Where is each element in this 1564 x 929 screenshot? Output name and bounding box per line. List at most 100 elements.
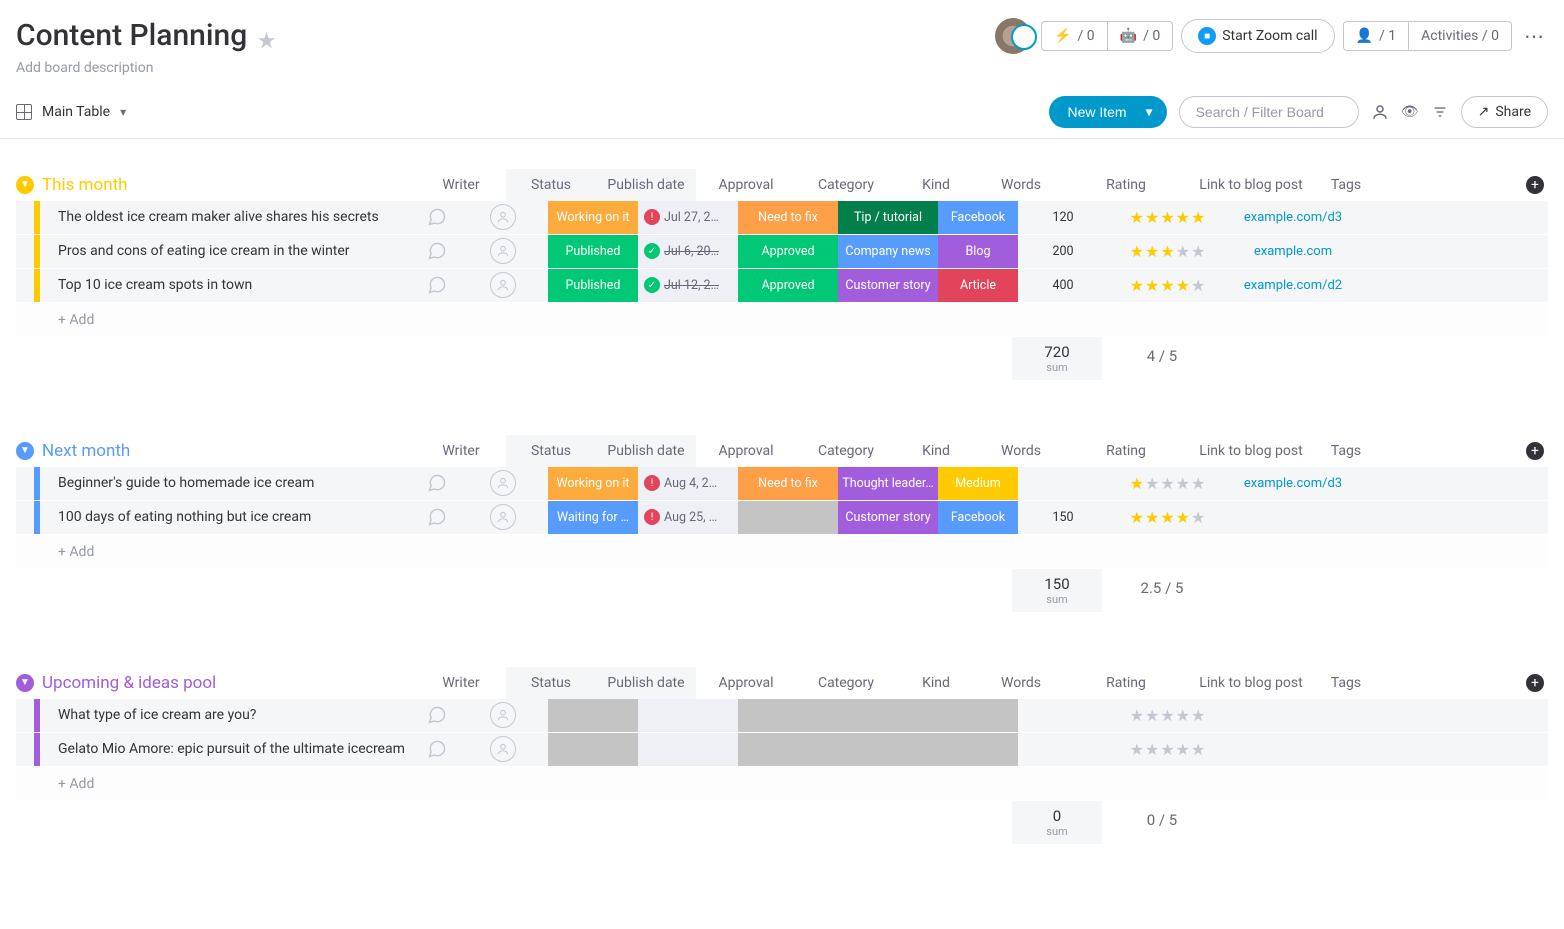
kind-cell[interactable]: Article [938,269,1018,302]
category-cell[interactable] [838,733,938,766]
item-name[interactable]: Top 10 ice cream spots in town [46,269,416,302]
item-name[interactable]: Pros and cons of eating ice cream in the… [46,235,416,268]
category-cell[interactable]: Customer story [838,269,938,302]
words-cell[interactable]: 120 [1018,201,1108,234]
tags-cell[interactable] [1358,699,1418,732]
link-cell[interactable]: example.com [1228,235,1358,268]
approval-cell[interactable]: Approved [738,269,838,302]
column-header-words[interactable]: Words [976,667,1066,699]
column-header-date[interactable]: Publish date [596,435,696,467]
category-cell[interactable]: Thought leader… [838,467,938,500]
writer-cell[interactable] [458,235,548,268]
rating-cell[interactable]: ★★★★★ [1108,235,1228,268]
words-cell[interactable]: 150 [1018,501,1108,534]
category-cell[interactable]: Company news [838,235,938,268]
kind-cell[interactable]: Facebook [938,501,1018,534]
item-name[interactable]: 100 days of eating nothing but ice cream [46,501,416,534]
filter-icon[interactable] [1431,104,1449,120]
approval-cell[interactable] [738,733,838,766]
chat-icon[interactable] [416,501,458,534]
rating-cell[interactable]: ★★★★★ [1108,269,1228,302]
chat-icon[interactable] [416,201,458,234]
status-cell[interactable]: Published [548,235,638,268]
column-header-rating[interactable]: Rating [1066,169,1186,201]
activities-button[interactable]: Activities / 0 [1408,21,1512,51]
search-input[interactable] [1179,96,1359,128]
star-icon[interactable]: ★ [257,29,277,54]
eye-icon[interactable]: 👁 [1401,104,1419,120]
approval-cell[interactable]: Approved [738,235,838,268]
link-cell[interactable]: example.com/d3 [1228,201,1358,234]
item-name[interactable]: What type of ice cream are you? [46,699,416,732]
item-name[interactable]: Gelato Mio Amore: epic pursuit of the ul… [46,733,416,766]
column-header-category[interactable]: Category [796,435,896,467]
board-description[interactable]: Add board description [16,60,276,76]
tags-cell[interactable] [1358,235,1418,268]
more-options-icon[interactable]: ⋯ [1520,18,1548,54]
link-cell[interactable] [1228,501,1358,534]
publish-date-cell[interactable]: !Aug 4, 2… [638,467,738,500]
column-header-link[interactable]: Link to blog post [1186,435,1316,467]
column-header-approval[interactable]: Approval [696,667,796,699]
column-header-date[interactable]: Publish date [596,667,696,699]
words-cell[interactable]: 200 [1018,235,1108,268]
person-filter-icon[interactable] [1371,103,1389,121]
group-title[interactable]: This month [42,175,128,195]
approval-cell[interactable] [738,699,838,732]
tags-cell[interactable] [1358,733,1418,766]
add-column-button[interactable]: + [1526,176,1544,194]
status-cell[interactable]: Published [548,269,638,302]
status-cell[interactable] [548,733,638,766]
start-zoom-button[interactable]: ■ Start Zoom call [1181,19,1334,53]
column-header-status[interactable]: Status [506,667,596,699]
kind-cell[interactable] [938,699,1018,732]
column-header-status[interactable]: Status [506,435,596,467]
column-header-category[interactable]: Category [796,667,896,699]
view-selector[interactable]: Main Table ▾ [16,104,126,120]
column-header-kind[interactable]: Kind [896,667,976,699]
approval-cell[interactable]: Need to fix [738,467,838,500]
words-cell[interactable]: 400 [1018,269,1108,302]
column-header-tags[interactable]: Tags [1316,435,1376,467]
link-cell[interactable]: example.com/d3 [1228,467,1358,500]
group-collapse-icon[interactable]: ▼ [16,674,34,692]
group-title[interactable]: Upcoming & ideas pool [42,673,216,693]
column-header-category[interactable]: Category [796,169,896,201]
chat-icon[interactable] [416,269,458,302]
column-header-writer[interactable]: Writer [416,435,506,467]
tags-cell[interactable] [1358,269,1418,302]
tags-cell[interactable] [1358,467,1418,500]
rating-cell[interactable]: ★★★★★ [1108,501,1228,534]
approval-cell[interactable]: Need to fix [738,201,838,234]
rating-cell[interactable]: ★★★★★ [1108,733,1228,766]
column-header-link[interactable]: Link to blog post [1186,667,1316,699]
approval-cell[interactable] [738,501,838,534]
chat-icon[interactable] [416,699,458,732]
item-name[interactable]: The oldest ice cream maker alive shares … [46,201,416,234]
chat-icon[interactable] [416,467,458,500]
column-header-approval[interactable]: Approval [696,435,796,467]
kind-cell[interactable] [938,733,1018,766]
kind-cell[interactable]: Medium [938,467,1018,500]
words-cell[interactable] [1018,699,1108,732]
column-header-link[interactable]: Link to blog post [1186,169,1316,201]
column-header-tags[interactable]: Tags [1316,169,1376,201]
members-button[interactable]: 👤 / 1 [1343,21,1409,51]
status-cell[interactable]: Working on it [548,201,638,234]
group-collapse-icon[interactable]: ▼ [16,442,34,460]
category-cell[interactable]: Tip / tutorial [838,201,938,234]
column-header-date[interactable]: Publish date [596,169,696,201]
writer-cell[interactable] [458,733,548,766]
group-title[interactable]: Next month [42,441,130,461]
tags-cell[interactable] [1358,201,1418,234]
category-cell[interactable]: Customer story [838,501,938,534]
link-cell[interactable] [1228,699,1358,732]
add-column-button[interactable]: + [1526,674,1544,692]
writer-cell[interactable] [458,501,548,534]
column-header-kind[interactable]: Kind [896,435,976,467]
column-header-words[interactable]: Words [976,169,1066,201]
writer-cell[interactable] [458,699,548,732]
add-item-button[interactable]: + Add [46,776,94,792]
publish-date-cell[interactable]: ✓Jul 12, 2… [638,269,738,302]
board-title[interactable]: Content Planning [16,18,247,53]
